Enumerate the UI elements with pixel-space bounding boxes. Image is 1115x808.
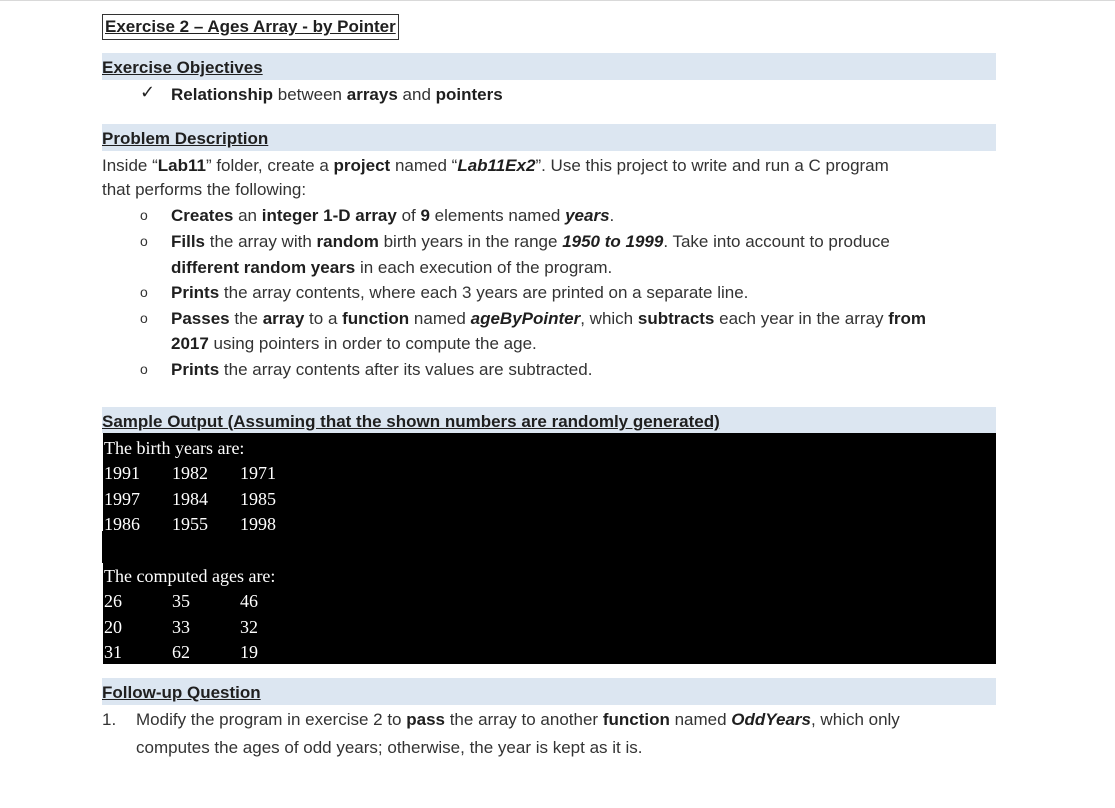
- age-cell: 35: [172, 591, 190, 611]
- checkmark-icon: ✓: [140, 82, 156, 102]
- age-cell: 62: [172, 642, 190, 662]
- age-cell: 26: [104, 591, 122, 611]
- birth-year-cell: 1985: [240, 489, 276, 509]
- followup-question-line-2: computes the ages of odd years; otherwis…: [136, 738, 643, 757]
- birth-year-cell: 1955: [172, 514, 208, 534]
- objectives-heading: Exercise Objectives: [102, 53, 996, 80]
- age-cell: 31: [104, 642, 122, 662]
- question-number: 1.: [102, 710, 117, 729]
- exercise-title: Exercise 2 – Ages Array - by Pointer: [102, 14, 399, 40]
- birth-year-cell: 1971: [240, 463, 276, 483]
- birth-year-cell: 1984: [172, 489, 208, 509]
- bullet-icon: o: [140, 361, 148, 377]
- requirement-5: Prints the array contents after its valu…: [171, 360, 593, 379]
- birth-years-label: The birth years are:: [104, 438, 245, 458]
- requirement-2-line-1: Fills the array with random birth years …: [171, 232, 890, 251]
- objective-item: Relationship between arrays and pointers: [171, 85, 503, 104]
- console-output: The birth years are: 1991 1982 1971 1997…: [102, 433, 996, 664]
- age-cell: 19: [240, 642, 258, 662]
- requirement-1: Creates an integer 1-D array of 9 elemen…: [171, 206, 615, 225]
- bullet-icon: o: [140, 310, 148, 326]
- followup-heading: Follow-up Question: [102, 678, 996, 705]
- requirement-3: Prints the array contents, where each 3 …: [171, 283, 749, 302]
- problem-intro-line-2: that performs the following:: [102, 180, 307, 199]
- problem-heading: Problem Description: [102, 124, 996, 151]
- console-left-edge: [102, 433, 103, 531]
- bullet-icon: o: [140, 233, 148, 249]
- requirement-4-line-2: 2017 using pointers in order to compute …: [171, 334, 537, 353]
- birth-year-cell: 1982: [172, 463, 208, 483]
- problem-intro-line-1: Inside “Lab11” folder, create a project …: [102, 156, 889, 175]
- birth-year-cell: 1991: [104, 463, 140, 483]
- bullet-icon: o: [140, 284, 148, 300]
- birth-year-cell: 1998: [240, 514, 276, 534]
- followup-question-line-1: Modify the program in exercise 2 to pass…: [136, 710, 900, 729]
- top-border: [0, 0, 1115, 1]
- console-left-edge: [102, 563, 103, 664]
- birth-year-cell: 1997: [104, 489, 140, 509]
- age-cell: 46: [240, 591, 258, 611]
- requirement-2-line-2: different random years in each execution…: [171, 258, 613, 277]
- birth-year-cell: 1986: [104, 514, 140, 534]
- requirement-4-line-1: Passes the array to a function named age…: [171, 309, 927, 328]
- computed-ages-label: The computed ages are:: [104, 566, 276, 586]
- age-cell: 32: [240, 617, 258, 637]
- age-cell: 20: [104, 617, 122, 637]
- sample-output-heading: Sample Output (Assuming that the shown n…: [102, 407, 996, 434]
- age-cell: 33: [172, 617, 190, 637]
- bullet-icon: o: [140, 207, 148, 223]
